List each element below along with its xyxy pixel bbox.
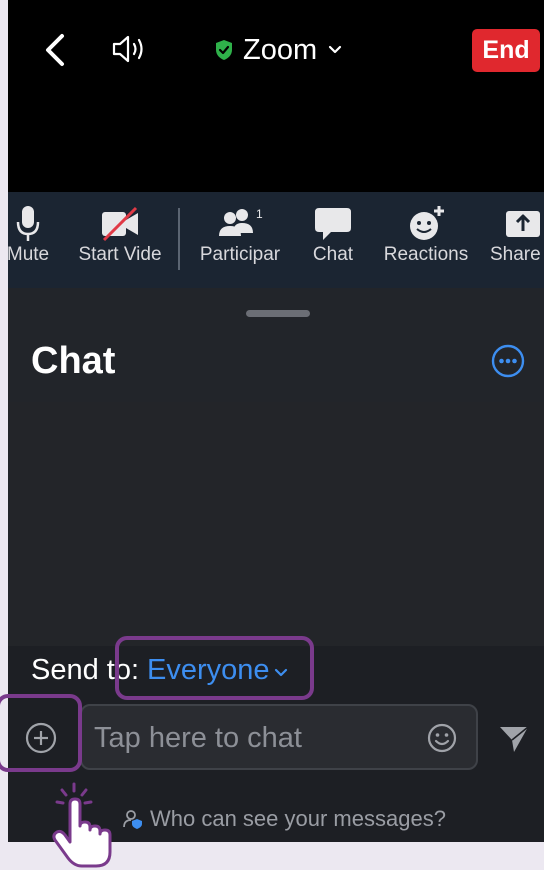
chat-message-input[interactable]: Tap here to chat: [80, 704, 478, 770]
end-meeting-button[interactable]: End: [472, 29, 540, 72]
highlight-box-add-button: [0, 694, 82, 772]
participant-count-badge: 1: [256, 207, 263, 221]
toolbar-label: Mute: [8, 244, 50, 265]
who-can-see-text: Who can see your messages?: [150, 806, 446, 831]
toolbar-label: Chat: [312, 244, 354, 265]
toolbar-chat[interactable]: Chat: [298, 192, 368, 288]
speaker-icon[interactable]: [110, 34, 148, 64]
chat-panel: Chat Send to: Everyone Tap here to chat: [8, 288, 544, 842]
send-icon[interactable]: [498, 724, 530, 754]
microphone-icon: [16, 206, 40, 241]
meeting-title-dropdown[interactable]: Zoom: [214, 30, 342, 70]
who-can-see-link[interactable]: Who can see your messages?: [122, 806, 446, 832]
chat-input-placeholder: Tap here to chat: [94, 722, 302, 754]
meeting-title: Zoom: [243, 33, 318, 66]
share-arrow-icon: [506, 211, 540, 237]
toolbar-divider: [178, 208, 180, 270]
meeting-top-bar: Zoom End: [8, 0, 544, 86]
toolbar-share[interactable]: Share: [490, 192, 544, 288]
more-options-icon[interactable]: [491, 344, 525, 378]
toolbar-label: Reactions: [383, 244, 469, 265]
drag-handle[interactable]: [246, 310, 310, 317]
toolbar-start-video[interactable]: Start Vide: [70, 192, 170, 288]
toolbar-label: Share: [490, 244, 541, 265]
toolbar-reactions[interactable]: Reactions: [380, 192, 472, 288]
tap-hand-pointer-icon: [52, 782, 112, 868]
zoom-app-screen: Zoom End Mute Start Vide 1 Participar Ch…: [8, 0, 544, 842]
toolbar-mute[interactable]: Mute: [8, 192, 68, 288]
toolbar-label: Participar: [199, 244, 281, 265]
chat-title: Chat: [31, 340, 116, 382]
highlight-box-recipient: [115, 636, 314, 700]
shield-check-icon: [216, 40, 232, 60]
person-shield-icon: [123, 810, 142, 829]
emoji-icon[interactable]: [426, 722, 458, 754]
chevron-down-icon: [329, 45, 342, 54]
emoji-plus-icon: [410, 206, 444, 240]
toolbar-label: Start Vide: [78, 244, 162, 265]
participants-icon: 1: [219, 207, 263, 236]
chat-message-list: [8, 402, 544, 646]
video-off-icon: [102, 206, 138, 242]
toolbar-participants[interactable]: 1 Participar: [192, 192, 288, 288]
video-area: [8, 86, 544, 192]
chat-bubble-icon: [315, 208, 351, 240]
meeting-toolbar: Mute Start Vide 1 Participar Chat Reacti…: [8, 192, 544, 288]
back-arrow-icon[interactable]: [40, 30, 70, 70]
